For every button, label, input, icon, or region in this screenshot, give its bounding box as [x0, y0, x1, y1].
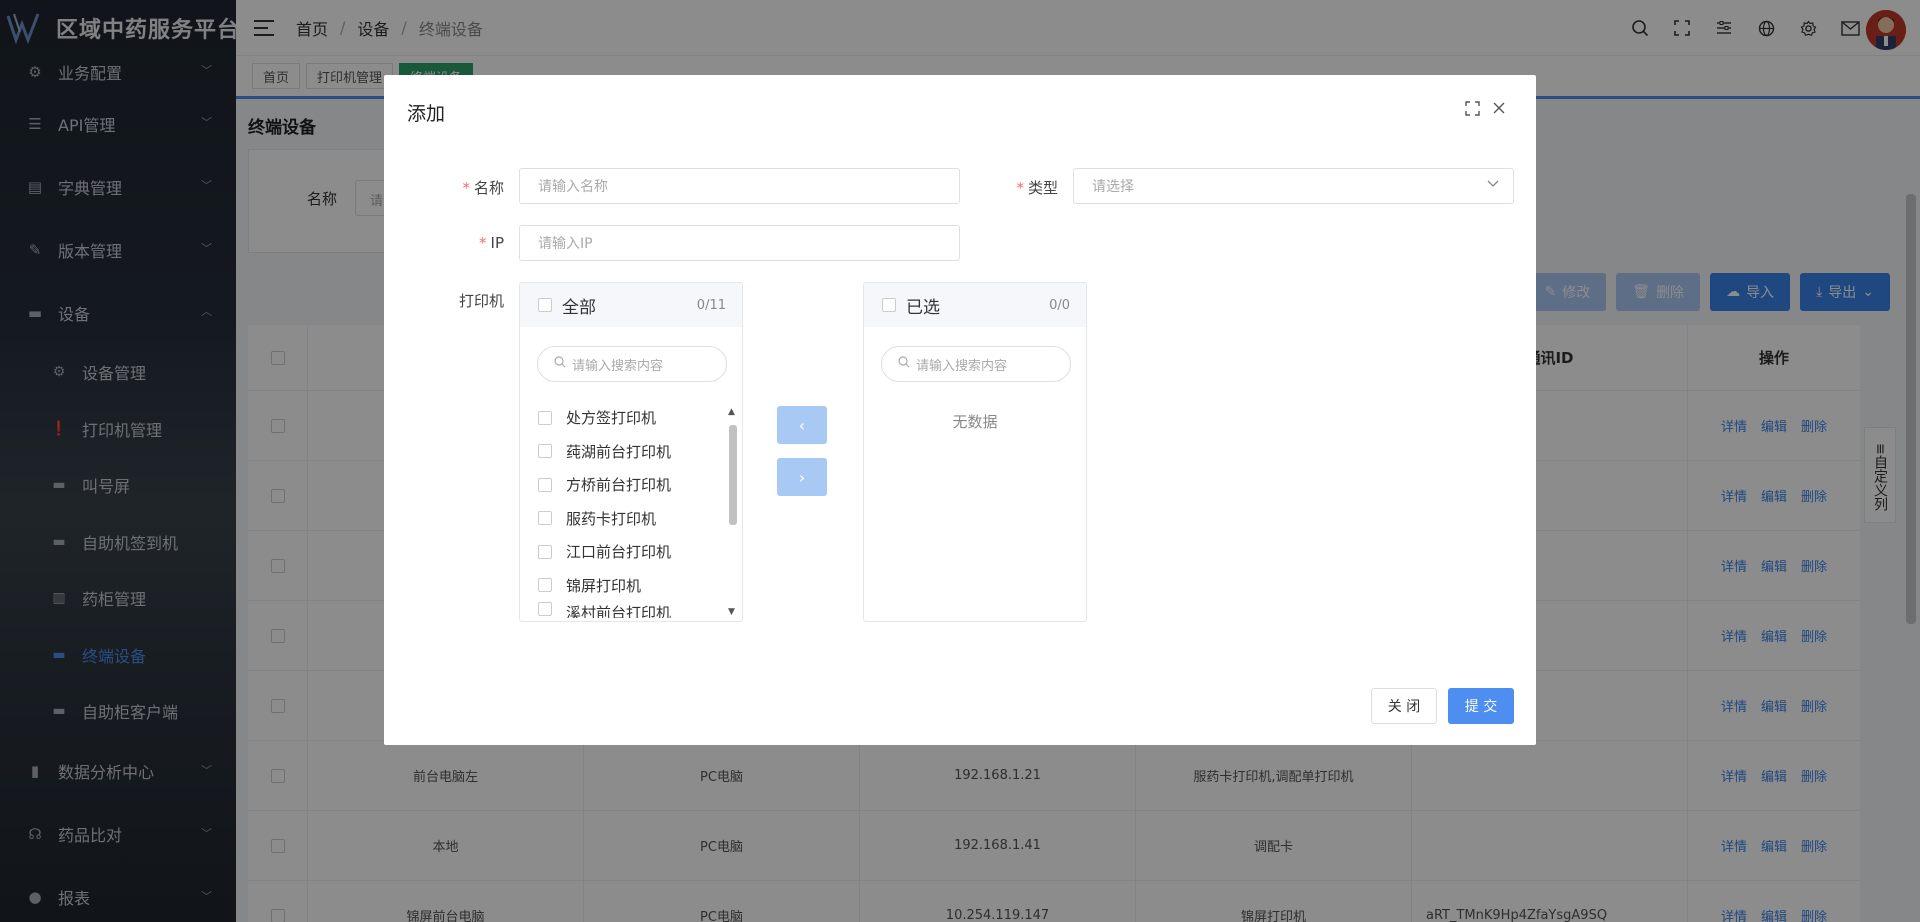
move-right-button[interactable]: ›: [777, 458, 827, 496]
name-label-text: 名称: [473, 179, 504, 197]
transfer-target-panel: 已选 0/0 请输入搜索内容 无数据: [863, 282, 1087, 622]
source-search-input[interactable]: 请输入搜索内容: [537, 346, 727, 382]
dialog-title: 添加: [407, 103, 446, 125]
source-scrollbar[interactable]: ▲ ▼: [728, 407, 738, 617]
source-count: 0/11: [696, 297, 726, 313]
required-asterisk: *: [462, 179, 470, 197]
close-button[interactable]: 关 闭: [1371, 688, 1437, 724]
transfer-item[interactable]: 方桥前台打印机: [538, 468, 722, 502]
ip-placeholder: 请输入IP: [538, 236, 593, 252]
source-search-placeholder: 请输入搜索内容: [572, 358, 664, 374]
add-dialog: 添加 * 名称 请输入名称 * 类型 请选择 * IP 请输入IP 打印机 全部 0/…: [384, 75, 1536, 745]
transfer-item-checkbox[interactable]: [538, 477, 552, 492]
transfer-item[interactable]: 锦屏打印机: [538, 569, 722, 603]
transfer-target-header: 已选 0/0: [864, 283, 1086, 327]
search-icon: [898, 356, 910, 372]
transfer-item[interactable]: 处方签打印机: [538, 401, 722, 435]
transfer-item[interactable]: 江口前台打印机: [538, 535, 722, 569]
name-field-label: * 名称: [424, 177, 504, 198]
scroll-down-icon[interactable]: ▼: [728, 607, 735, 617]
search-icon: [554, 356, 566, 372]
name-placeholder: 请输入名称: [538, 179, 608, 195]
dialog-controls: [1465, 101, 1506, 120]
printer-field-label: 打印机: [458, 292, 504, 310]
type-label-text: 类型: [1027, 179, 1058, 197]
transfer-item-label: 莼湖前台打印机: [566, 442, 672, 461]
transfer-item-checkbox[interactable]: [538, 444, 552, 459]
transfer-item-checkbox[interactable]: [538, 511, 552, 526]
required-asterisk: *: [479, 234, 487, 252]
target-search-placeholder: 请输入搜索内容: [916, 358, 1008, 374]
app: 区域中药服务平台 ⚙ 业务配置 ﹀ ☰ API管理 ﹀ ▤ 字典管理 ﹀ ✎ 版…: [0, 0, 1920, 922]
transfer-item-label: 方桥前台打印机: [566, 476, 672, 495]
chevron-down-icon: [1487, 178, 1499, 191]
transfer-source-header: 全部 0/11: [520, 283, 742, 327]
source-title: 全部: [562, 297, 596, 318]
maximize-icon[interactable]: [1465, 101, 1480, 120]
move-left-button[interactable]: ‹: [777, 406, 827, 444]
target-count: 0/0: [1049, 297, 1070, 313]
required-asterisk: *: [1016, 179, 1024, 197]
type-placeholder: 请选择: [1092, 179, 1134, 195]
target-search-input[interactable]: 请输入搜索内容: [881, 346, 1071, 382]
type-select[interactable]: 请选择: [1073, 168, 1514, 204]
source-select-all-checkbox[interactable]: [538, 298, 552, 312]
transfer-item-label: 服药卡打印机: [566, 509, 657, 528]
submit-button[interactable]: 提 交: [1448, 688, 1514, 724]
target-select-all-checkbox[interactable]: [882, 298, 896, 312]
transfer-item[interactable]: 莼湖前台打印机: [538, 435, 722, 469]
source-list: 处方签打印机 莼湖前台打印机 方桥前台打印机 服药卡打印机 江口前台打印机 锦屏打印机溪村…: [538, 401, 722, 618]
transfer-item-label: 江口前台打印机: [566, 543, 672, 562]
transfer-item[interactable]: 服药卡打印机: [538, 502, 722, 536]
name-field[interactable]: 请输入名称: [519, 168, 960, 204]
ip-field-label: * IP: [424, 234, 504, 252]
transfer-item-checkbox[interactable]: [538, 410, 552, 425]
transfer-item-label: 锦屏打印机: [566, 576, 642, 595]
transfer-source-panel: 全部 0/11 请输入搜索内容 处方签打印机 莼湖前台打印机 方桥前台打印机 服药卡打…: [519, 282, 743, 622]
transfer-item-checkbox[interactable]: [538, 602, 552, 616]
type-field-label: * 类型: [978, 177, 1058, 198]
ip-label-text: IP: [490, 234, 504, 252]
ip-field[interactable]: 请输入IP: [519, 225, 960, 261]
transfer-item-label: 溪村前台打印机: [566, 604, 672, 618]
empty-text: 无数据: [952, 413, 998, 431]
transfer-item-label: 处方签打印机: [566, 409, 657, 428]
scroll-up-icon[interactable]: ▲: [728, 407, 735, 417]
close-icon[interactable]: [1492, 101, 1506, 120]
transfer-item-checkbox[interactable]: [538, 578, 552, 593]
transfer-item[interactable]: 溪村前台打印机: [538, 602, 722, 618]
transfer-item-checkbox[interactable]: [538, 544, 552, 559]
scroll-thumb[interactable]: [729, 425, 737, 525]
target-title: 已选: [906, 297, 940, 318]
